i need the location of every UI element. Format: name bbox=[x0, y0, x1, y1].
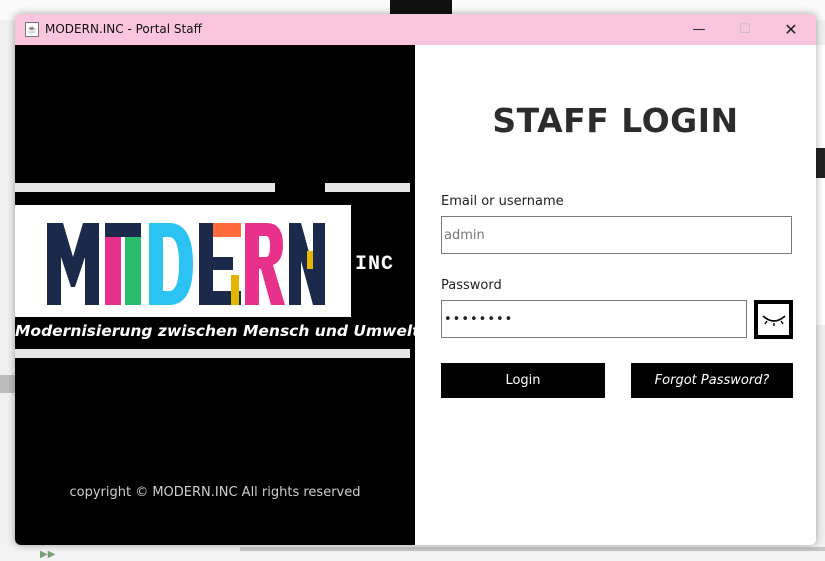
eye-closed-icon bbox=[758, 304, 789, 335]
tagline: Modernisierung zwischen Mensch und Umwel… bbox=[15, 322, 426, 340]
email-field[interactable] bbox=[441, 216, 792, 254]
title-bar[interactable]: ☕ MODERN.INC - Portal Staff — ☐ ✕ bbox=[15, 14, 816, 45]
divider-bar bbox=[15, 349, 410, 358]
background-bar bbox=[815, 148, 825, 178]
divider-bar bbox=[325, 183, 410, 192]
company-suffix: INC bbox=[355, 253, 395, 276]
login-button[interactable]: Login bbox=[441, 363, 605, 398]
background-line bbox=[240, 547, 825, 551]
login-window: ☕ MODERN.INC - Portal Staff — ☐ ✕ INC Mo… bbox=[15, 14, 816, 545]
password-field[interactable] bbox=[441, 300, 747, 338]
background-play-icon: ▶▶ bbox=[40, 549, 56, 560]
divider-bar bbox=[15, 183, 275, 192]
logo bbox=[15, 205, 351, 317]
minimize-button[interactable]: — bbox=[676, 14, 722, 45]
forgot-password-button[interactable]: Forgot Password? bbox=[631, 363, 793, 398]
window-title: MODERN.INC - Portal Staff bbox=[45, 22, 202, 36]
background-panel bbox=[815, 45, 825, 325]
background-strip bbox=[0, 375, 15, 393]
show-password-button[interactable] bbox=[754, 300, 793, 339]
login-form-panel: STAFF LOGIN Email or username Password L… bbox=[415, 45, 816, 545]
modern-logo-icon bbox=[47, 223, 325, 305]
password-label: Password bbox=[441, 278, 502, 293]
email-label: Email or username bbox=[441, 194, 564, 209]
copyright-text: copyright © MODERN.INC All rights reserv… bbox=[69, 485, 361, 500]
java-cup-icon: ☕ bbox=[25, 22, 39, 37]
close-button[interactable]: ✕ bbox=[768, 14, 814, 45]
background-block bbox=[390, 0, 452, 14]
branding-panel: INC Modernisierung zwischen Mensch und U… bbox=[15, 45, 426, 545]
maximize-button[interactable]: ☐ bbox=[722, 14, 768, 45]
page-title: STAFF LOGIN bbox=[492, 101, 739, 140]
